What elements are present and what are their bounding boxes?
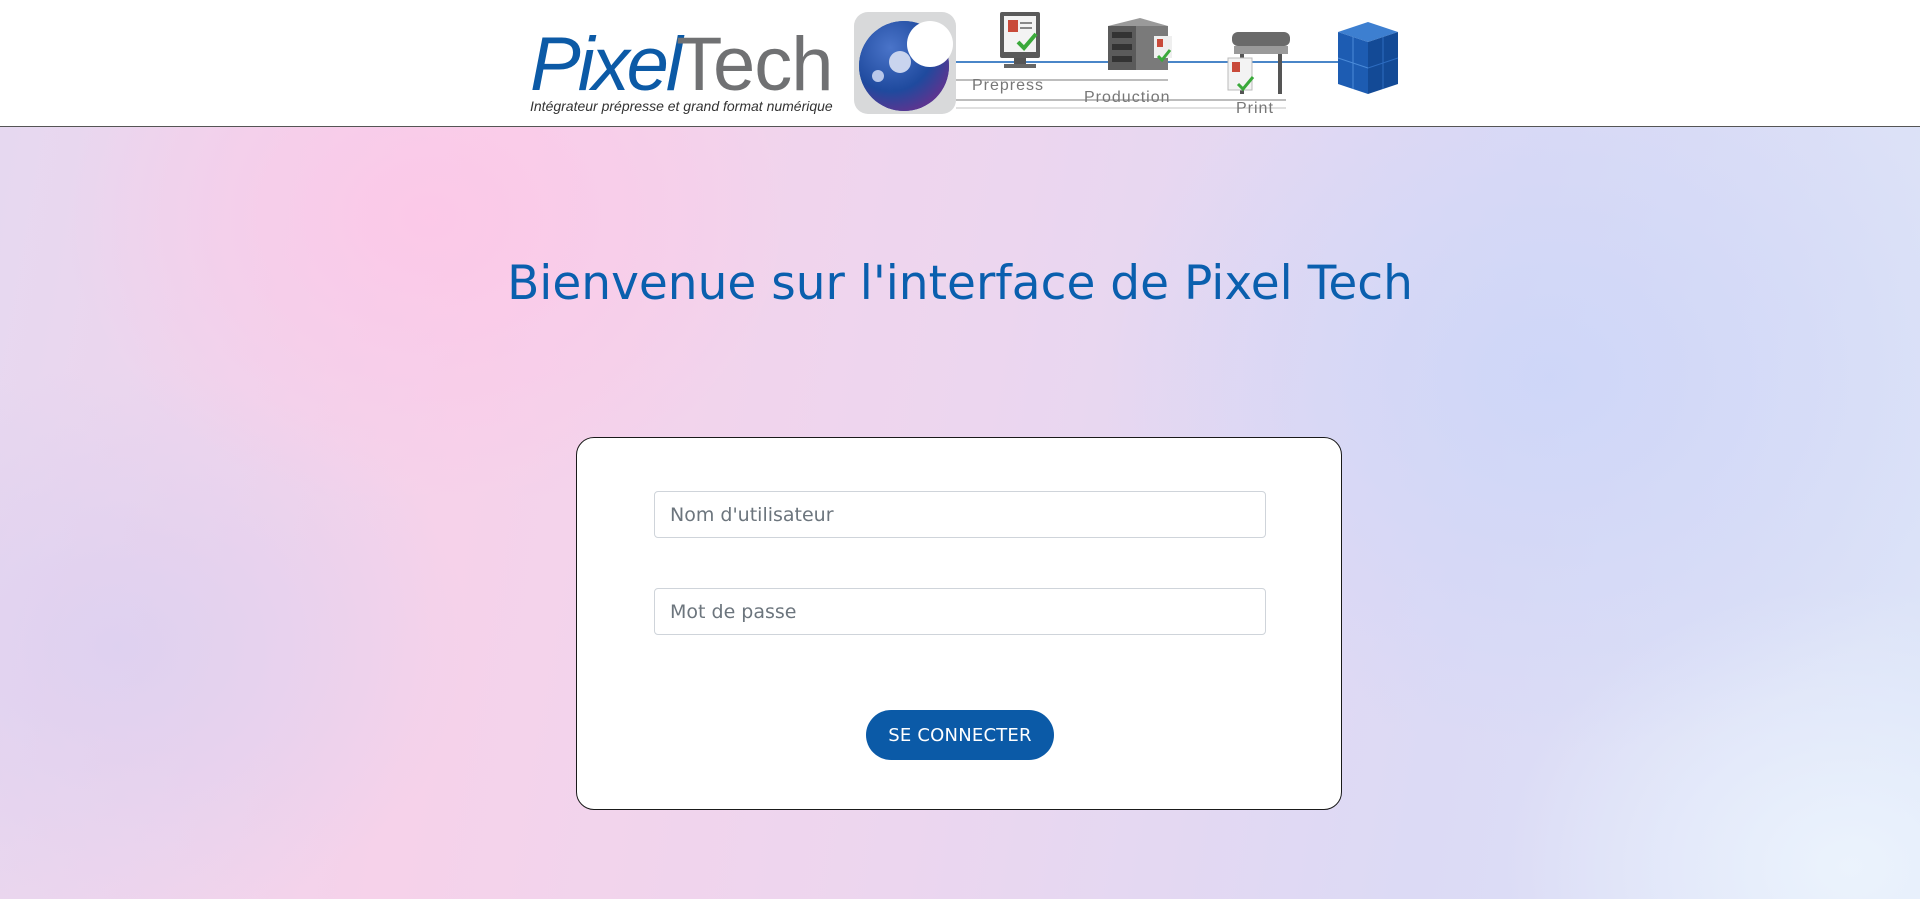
server-rack-icon — [1108, 18, 1172, 70]
login-form: SE CONNECTER — [576, 437, 1342, 810]
stage-label-production: Production — [1084, 89, 1171, 106]
password-input[interactable] — [654, 588, 1266, 635]
logo-brand-tech: Tech — [676, 22, 833, 107]
page-title: Bienvenue sur l'interface de Pixel Tech — [507, 256, 1413, 311]
site-header: Pixel Tech Intégrateur prépresse et gran… — [0, 0, 1920, 127]
stage-label-prepress: Prepress — [972, 77, 1044, 94]
stage-label-print: Print — [1236, 100, 1274, 117]
pixeltech-banner: Pixel Tech Intégrateur prépresse et gran… — [530, 12, 1399, 117]
logo-tagline: Intégrateur prépresse et grand format nu… — [530, 98, 833, 114]
username-input[interactable] — [654, 491, 1266, 538]
logo-orb-icon — [854, 12, 956, 114]
monitor-checkmark-icon — [1000, 12, 1040, 68]
blue-cube-icon — [1337, 22, 1399, 94]
logo-brand-pixel: Pixel — [530, 22, 685, 107]
login-button[interactable]: SE CONNECTER — [866, 710, 1054, 760]
